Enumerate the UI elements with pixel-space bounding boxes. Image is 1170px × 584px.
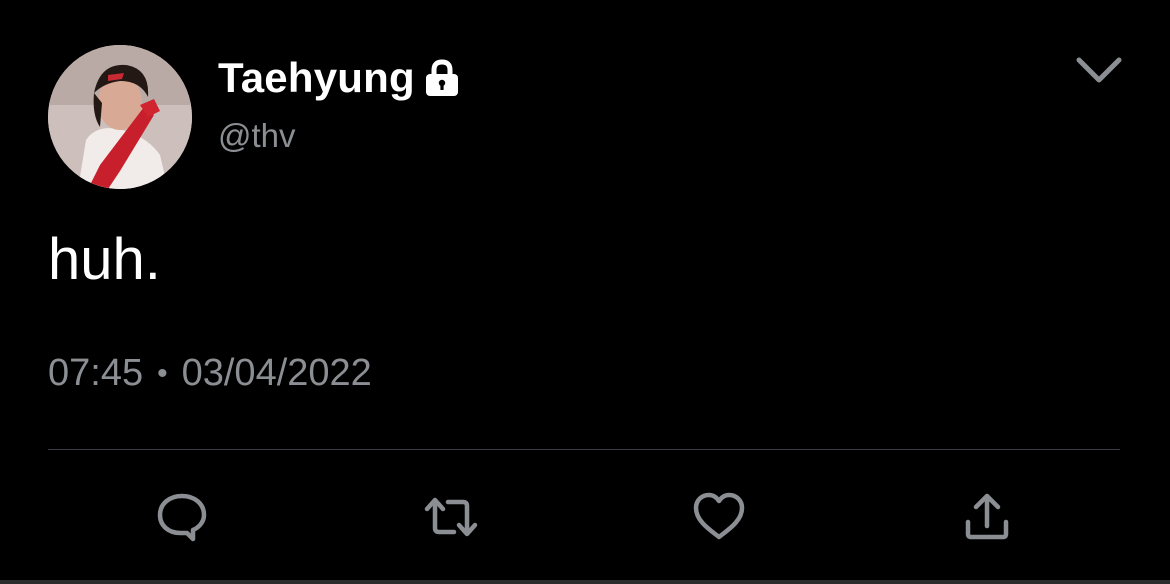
tweet-text: huh. — [48, 227, 161, 292]
share-upload-icon — [965, 493, 1009, 540]
tweet-card: Taehyung @thv huh. 07:45 • 03/04/2022 — [0, 0, 1170, 584]
avatar-image — [48, 45, 192, 189]
timestamp-separator: • — [157, 356, 168, 390]
speech-bubble-icon — [157, 493, 207, 542]
author-name-row: Taehyung — [218, 52, 461, 104]
tweet-date: 03/04/2022 — [181, 352, 372, 394]
share-button[interactable] — [960, 490, 1014, 544]
divider — [48, 449, 1120, 450]
like-button[interactable] — [692, 490, 746, 544]
avatar[interactable] — [48, 45, 192, 189]
reply-button[interactable] — [155, 490, 209, 544]
display-name[interactable]: Taehyung — [218, 54, 415, 102]
tweet-time: 07:45 — [48, 352, 144, 394]
retweet-arrows-icon — [424, 497, 478, 537]
tweet-timestamp[interactable]: 07:45 • 03/04/2022 — [48, 352, 372, 395]
lock-icon — [423, 58, 461, 98]
bottom-border — [0, 580, 1170, 584]
author-handle[interactable]: @thv — [218, 117, 296, 155]
retweet-button[interactable] — [424, 490, 478, 544]
heart-icon — [693, 492, 745, 540]
chevron-down-icon[interactable] — [1075, 52, 1123, 88]
